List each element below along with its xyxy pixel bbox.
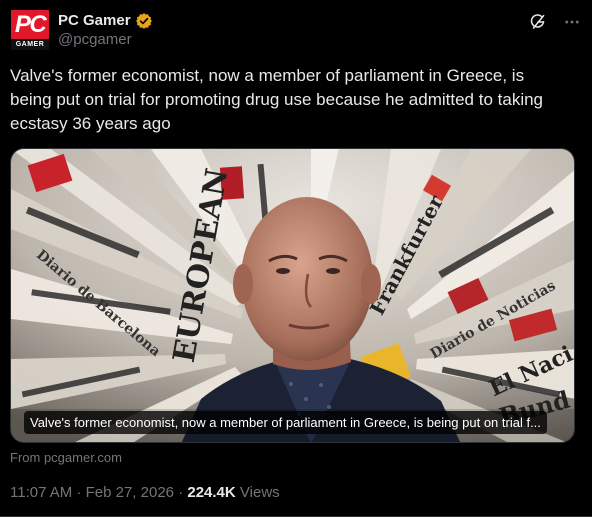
avatar-logo-sub: GAMER	[11, 39, 49, 50]
more-icon[interactable]	[562, 12, 582, 32]
tweet-meta: 11:07 AM · Feb 27, 2026 · 224.4K Views	[10, 484, 280, 501]
display-name[interactable]: PC Gamer	[58, 12, 131, 29]
card-caption: Valve's former economist, now a member o…	[24, 411, 547, 434]
tweet-time[interactable]: 11:07 AM	[10, 484, 72, 501]
grok-icon[interactable]	[528, 12, 548, 32]
header-actions	[528, 12, 582, 32]
views-label: Views	[239, 484, 280, 501]
tweet-header: PC GAMER PC Gamer @pcgamer	[10, 10, 582, 50]
link-card[interactable]: EUROPEAN Frankfurter El Naci Bund Diario…	[10, 148, 575, 443]
verified-badge-icon[interactable]	[135, 12, 153, 30]
avatar[interactable]: PC GAMER	[10, 10, 50, 50]
meta-separator: ·	[76, 484, 82, 501]
views-count: 224.4K	[187, 484, 236, 501]
article-photo: EUROPEAN Frankfurter El Naci Bund Diario…	[11, 149, 574, 442]
meta-separator-2: ·	[178, 484, 184, 501]
tweet-text: Valve's former economist, now a member o…	[10, 66, 544, 133]
author-block: PC Gamer @pcgamer	[58, 11, 153, 48]
tweet: PC GAMER PC Gamer @pcgamer Valve's forme…	[0, 0, 592, 517]
card-source[interactable]: From pcgamer.com	[10, 450, 122, 465]
tweet-date[interactable]: Feb 27, 2026	[86, 484, 174, 501]
avatar-logo: PC	[11, 10, 49, 39]
display-name-row: PC Gamer	[58, 11, 153, 30]
handle[interactable]: @pcgamer	[58, 31, 153, 48]
